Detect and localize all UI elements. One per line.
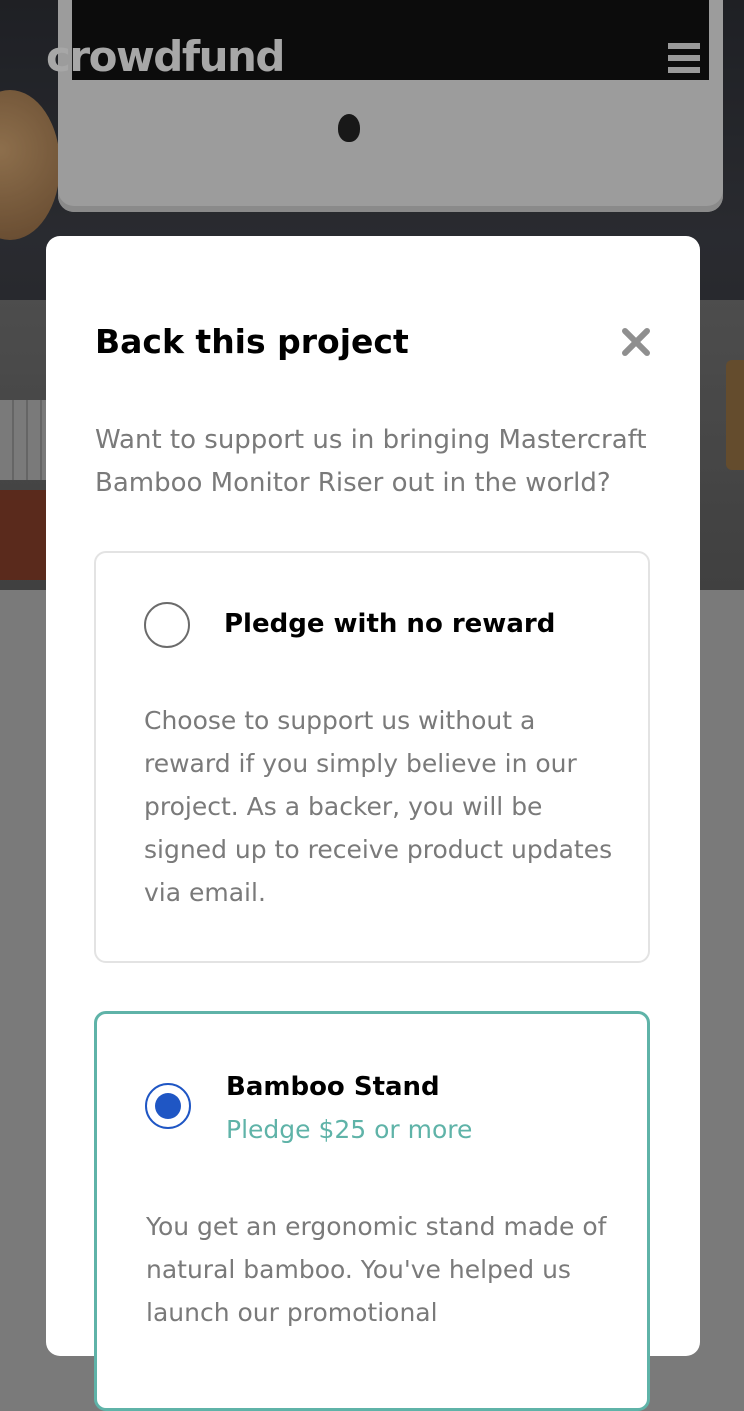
modal-description: Want to support us in bringing Mastercra… bbox=[95, 425, 647, 498]
pledge-option-no-reward[interactable]: Pledge with no reward Choose to support … bbox=[94, 551, 650, 963]
close-icon[interactable] bbox=[616, 322, 656, 362]
hamburger-menu-icon[interactable] bbox=[668, 43, 700, 73]
logo[interactable]: crowdfund bbox=[46, 32, 285, 81]
option-description: You get an ergonomic stand made of natur… bbox=[146, 1212, 607, 1327]
option-title: Pledge with no reward bbox=[224, 609, 556, 639]
radio-selected-dot bbox=[155, 1093, 181, 1119]
hamburger-bar bbox=[668, 55, 700, 61]
hamburger-bar bbox=[668, 67, 700, 73]
option-description: Choose to support us without a reward if… bbox=[144, 706, 613, 907]
option-pledge-amount: Pledge $25 or more bbox=[226, 1115, 473, 1144]
option-title: Bamboo Stand bbox=[226, 1072, 440, 1102]
radio-button[interactable] bbox=[144, 602, 190, 648]
back-project-modal: Back this project Want to support us in … bbox=[46, 236, 700, 1411]
pledge-option-bamboo-stand[interactable]: Bamboo Stand Pledge $25 or more You get … bbox=[94, 1011, 650, 1411]
modal-title: Back this project bbox=[95, 322, 409, 361]
radio-button-selected[interactable] bbox=[145, 1083, 191, 1129]
hamburger-bar bbox=[668, 43, 700, 49]
